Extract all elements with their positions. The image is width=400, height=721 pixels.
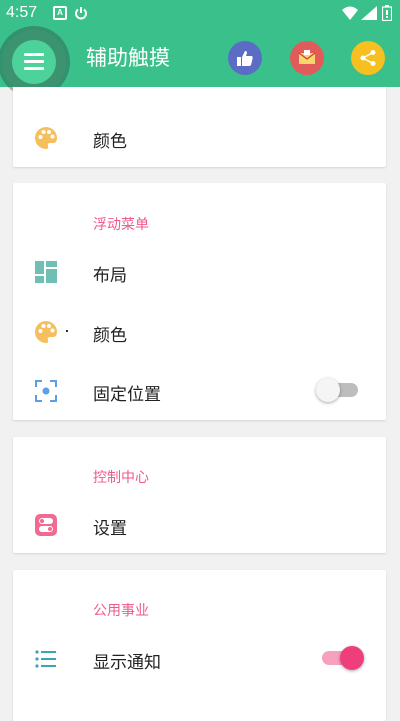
status-time: 4:57 bbox=[6, 4, 38, 21]
mail-button[interactable] bbox=[290, 41, 324, 75]
like-button[interactable] bbox=[228, 41, 262, 75]
fixed-position-toggle[interactable] bbox=[316, 378, 358, 402]
color-label: 颜色 bbox=[93, 326, 127, 346]
settings-label: 设置 bbox=[93, 519, 127, 539]
utilities-card: 公用事业 显示通知 bbox=[13, 570, 386, 721]
share-button[interactable] bbox=[351, 41, 385, 75]
list-icon bbox=[35, 650, 56, 668]
notification-icon: A bbox=[53, 6, 67, 20]
floating-menu-title: 浮动菜单 bbox=[93, 217, 149, 233]
menu-icon bbox=[12, 40, 56, 84]
layout-icon bbox=[35, 261, 57, 283]
signal-icon bbox=[361, 6, 377, 20]
app-title: 辅助触摸 bbox=[86, 46, 170, 70]
toggle-knob bbox=[316, 378, 340, 402]
menu-button[interactable] bbox=[2, 30, 66, 94]
envelope-icon bbox=[298, 50, 316, 64]
show-notification-toggle[interactable] bbox=[322, 646, 364, 670]
stray-dot bbox=[66, 330, 68, 332]
fixed-position-label: 固定位置 bbox=[93, 385, 161, 405]
floating-menu-card: 浮动菜单 布局 颜色 固定位置 bbox=[13, 183, 386, 420]
power-icon bbox=[75, 7, 87, 20]
color-label: 颜色 bbox=[93, 132, 127, 152]
battery-icon bbox=[382, 5, 392, 21]
thumbs-up-icon bbox=[237, 51, 253, 66]
palette-icon bbox=[35, 321, 57, 343]
notification-icon-text: A bbox=[57, 8, 63, 17]
status-bar: 4:57 A bbox=[0, 0, 400, 28]
settings-toggle-icon bbox=[35, 514, 57, 536]
settings-row[interactable]: 设置 bbox=[13, 502, 386, 546]
focus-target-icon bbox=[35, 380, 57, 402]
app-bar: 辅助触摸 bbox=[0, 28, 400, 94]
layout-label: 布局 bbox=[93, 266, 127, 286]
show-notification-row[interactable]: 显示通知 bbox=[13, 636, 386, 680]
toggle-knob bbox=[340, 646, 364, 670]
palette-icon bbox=[35, 127, 57, 149]
control-center-title: 控制中心 bbox=[93, 470, 149, 486]
color-row[interactable]: 颜色 bbox=[13, 309, 386, 353]
wifi-icon bbox=[342, 6, 358, 20]
color-row-top[interactable]: 颜色 bbox=[13, 115, 386, 159]
layout-row[interactable]: 布局 bbox=[13, 249, 386, 293]
control-center-card: 控制中心 设置 bbox=[13, 437, 386, 553]
appearance-card: 颜色 bbox=[13, 87, 386, 167]
share-icon bbox=[360, 50, 376, 66]
show-notification-label: 显示通知 bbox=[93, 653, 161, 673]
fixed-position-row[interactable]: 固定位置 bbox=[13, 368, 386, 412]
utilities-title: 公用事业 bbox=[93, 603, 149, 619]
